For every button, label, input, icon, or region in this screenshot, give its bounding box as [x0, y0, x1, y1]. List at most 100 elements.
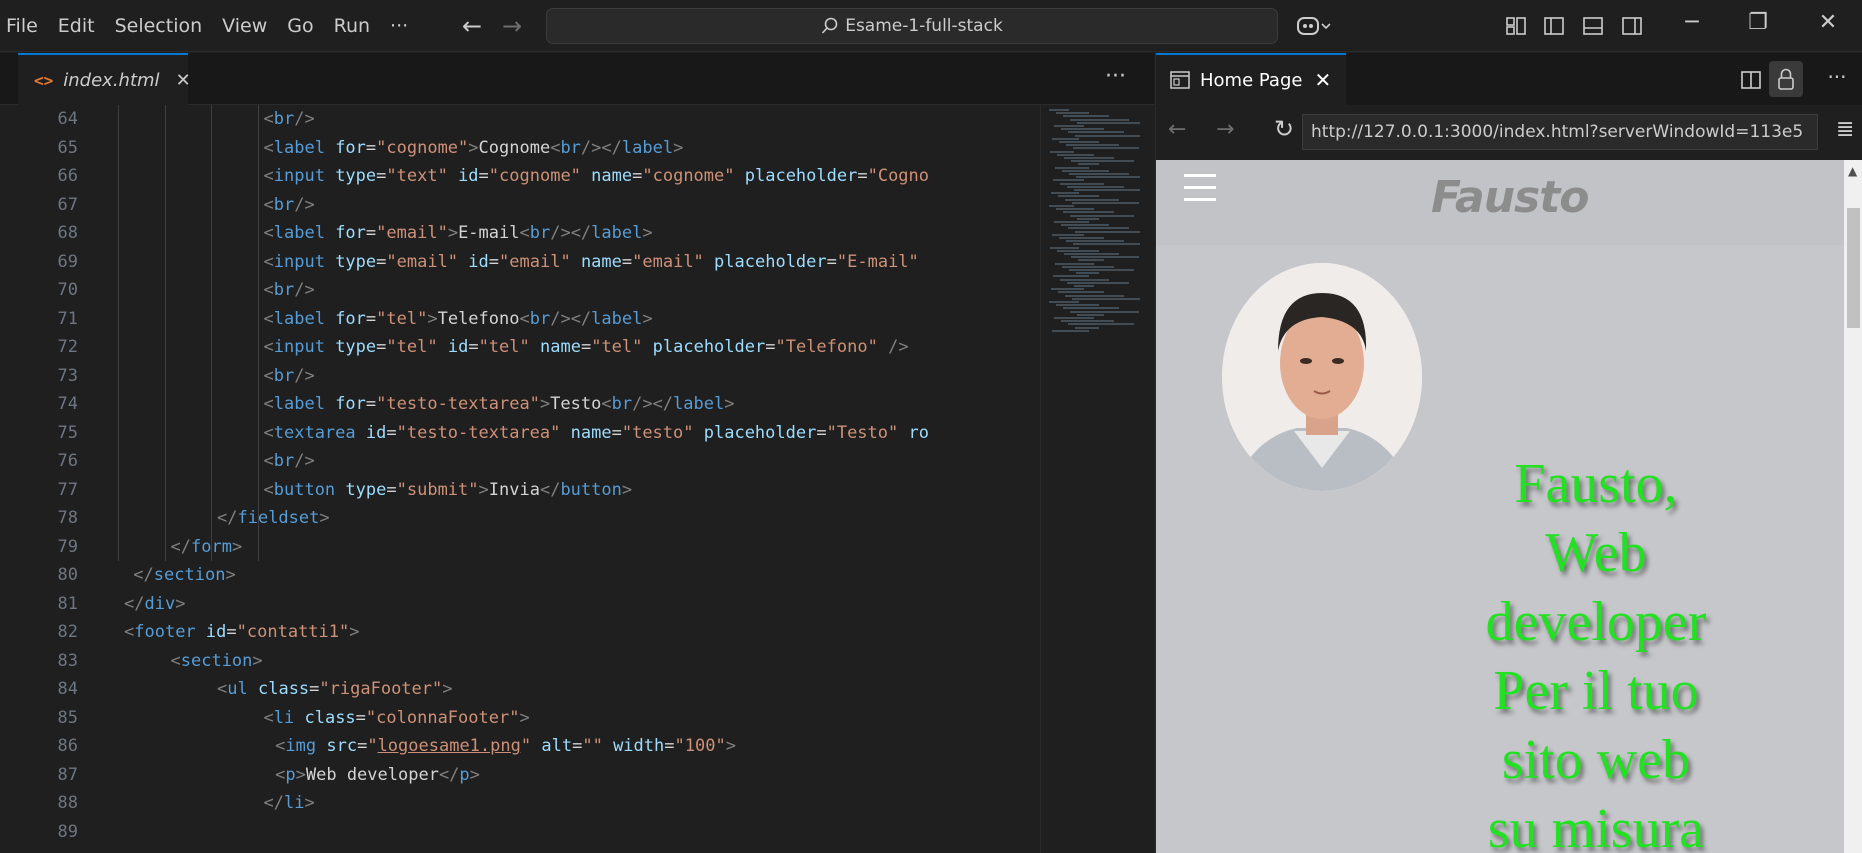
code-line[interactable]: 76 <br/>	[0, 447, 1040, 476]
code-line[interactable]: 67 <br/>	[0, 191, 1040, 220]
hero-line: sito web	[1501, 729, 1691, 791]
tab-home-page[interactable]: Home Page ✕	[1156, 53, 1346, 105]
minimap-line	[1049, 301, 1079, 303]
code-line[interactable]: 65 <label for="cognome">Cognome<br/></lab…	[0, 134, 1040, 163]
title-bar: File Edit Selection View Go Run ··· ← → …	[0, 0, 1862, 52]
code-content: <footer id="contatti1">	[124, 622, 360, 642]
menu-more[interactable]: ···	[380, 0, 418, 52]
line-number: 76	[57, 451, 78, 471]
hero-line: Fausto,	[1514, 453, 1678, 515]
menu-run[interactable]: Run	[324, 0, 380, 52]
browser-tab-bar: Home Page ✕ ···	[1156, 53, 1862, 105]
minimap-line	[1072, 201, 1139, 204]
code-content: <label for="testo-textarea">Testo<br/></…	[263, 394, 735, 414]
code-line[interactable]: 89	[0, 818, 1040, 847]
minimize-icon[interactable]: ─	[1672, 10, 1712, 35]
code-line[interactable]: 73 <br/>	[0, 362, 1040, 391]
line-number: 86	[57, 736, 78, 756]
code-line[interactable]: 64 <br/>	[0, 105, 1040, 134]
code-content: <br/>	[263, 280, 315, 300]
menu-edit[interactable]: Edit	[48, 0, 105, 52]
code-line[interactable]: 74 <label for="testo-textarea">Testo<br/>…	[0, 390, 1040, 419]
code-content: <input type="text" id="cognome" name="co…	[263, 166, 930, 186]
hamburger-menu-icon[interactable]	[1184, 174, 1216, 204]
split-editor-icon[interactable]	[1738, 67, 1764, 93]
forward-arrow-icon[interactable]: →	[502, 12, 522, 40]
code-lines[interactable]: 64 <br/> 65 <label for="cognome">Cognome<br…	[0, 105, 1040, 853]
search-icon	[822, 17, 838, 34]
reload-icon[interactable]: ↻	[1274, 115, 1294, 143]
line-number: 65	[57, 137, 78, 158]
code-line[interactable]: 66 <input type="text" id="cognome" name="…	[0, 162, 1040, 191]
hero-line: su misura	[1487, 798, 1705, 853]
code-line[interactable]: 68 <label for="email">E-mail<br/></label>	[0, 219, 1040, 248]
scroll-up-icon[interactable]: ▲	[1848, 164, 1857, 178]
minimap-line	[1056, 304, 1099, 307]
browser-more-actions-icon[interactable]: ···	[1824, 65, 1850, 91]
code-content: </li>	[263, 793, 315, 813]
site-logo[interactable]: Fausto	[1431, 172, 1589, 223]
code-line[interactable]: 77 <button type="submit">Invia</button>	[0, 476, 1040, 505]
minimap-line	[1075, 230, 1149, 233]
code-line[interactable]: 78 </fieldset>	[0, 504, 1040, 533]
customize-layout-icon[interactable]	[1504, 14, 1528, 38]
minimap-line	[1054, 125, 1084, 127]
lock-group-button[interactable]	[1769, 61, 1803, 97]
code-line[interactable]: 86 <img src="logoesame1.png" alt="" width…	[0, 732, 1040, 761]
browser-menu-icon[interactable]: ≣	[1836, 117, 1854, 142]
code-line[interactable]: 84 <ul class="rigaFooter">	[0, 675, 1040, 704]
viewport-scrollbar[interactable]: ▲	[1844, 160, 1862, 853]
tab-close-icon[interactable]: ✕	[176, 70, 191, 91]
minimap-line	[1077, 217, 1099, 220]
code-line[interactable]: 87 <p>Web developer</p>	[0, 761, 1040, 790]
code-content: </div>	[124, 593, 186, 614]
code-content: <br/>	[263, 194, 315, 215]
menu-selection[interactable]: Selection	[105, 0, 213, 52]
editor-scrollbar[interactable]	[1140, 105, 1154, 853]
minimap-line	[1052, 137, 1079, 140]
command-center-search[interactable]: Esame-1-full-stack	[546, 8, 1278, 44]
code-line[interactable]: 82 <footer id="contatti1">	[0, 618, 1040, 647]
minimap-line	[1049, 205, 1074, 207]
editor-more-actions-icon[interactable]: ···	[1105, 64, 1126, 89]
minimap-line	[1063, 115, 1109, 118]
tab-index-html[interactable]: <> index.html ✕	[18, 53, 191, 105]
tab-filename: index.html	[63, 69, 160, 91]
minimap[interactable]	[1040, 105, 1149, 853]
simple-browser-panel: Home Page ✕ ··· ← → ↻ http://127.0.0.1:3…	[1155, 53, 1862, 853]
code-line[interactable]: 83 <section>	[0, 647, 1040, 676]
toggle-secondary-sidebar-icon[interactable]	[1620, 14, 1644, 38]
code-line[interactable]: 88 </li>	[0, 789, 1040, 818]
code-line[interactable]: 80 </section>	[0, 561, 1040, 590]
toggle-panel-icon[interactable]	[1581, 14, 1605, 38]
menu-file[interactable]: File	[0, 0, 48, 52]
browser-forward-icon[interactable]: →	[1216, 117, 1234, 142]
code-line[interactable]: 85 <li class="colonnaFooter">	[0, 704, 1040, 733]
code-line[interactable]: 75 <textarea id="testo-textarea" name="te…	[0, 419, 1040, 448]
browser-tab-close-icon[interactable]: ✕	[1314, 68, 1331, 92]
code-line[interactable]: 69 <input type="email" id="email" name="e…	[0, 248, 1040, 277]
code-line[interactable]: 72 <input type="tel" id="tel" name="tel" …	[0, 333, 1040, 362]
restore-icon[interactable]: ❐	[1738, 10, 1778, 35]
line-number: 79	[57, 536, 78, 557]
scrollbar-thumb[interactable]	[1847, 208, 1860, 328]
code-line[interactable]: 71 <label for="tel">Telefono<br/></label>	[0, 305, 1040, 334]
minimap-line	[1067, 281, 1129, 284]
web-page-viewport[interactable]: Fausto Fausto, Web developer Per il tuo …	[1156, 160, 1844, 853]
back-arrow-icon[interactable]: ←	[462, 12, 482, 40]
menu-view[interactable]: View	[212, 0, 277, 52]
copilot-icon[interactable]	[1296, 14, 1332, 38]
code-line[interactable]: 79 </form>	[0, 533, 1040, 562]
code-line[interactable]: 81 </div>	[0, 590, 1040, 619]
menu-go[interactable]: Go	[277, 0, 323, 52]
code-content: <p>Web developer</p>	[275, 764, 480, 785]
code-line[interactable]: 70 <br/>	[0, 276, 1040, 305]
hero-line: developer	[1485, 591, 1707, 653]
minimap-line	[1062, 169, 1109, 172]
url-input[interactable]: http://127.0.0.1:3000/index.html?serverW…	[1302, 114, 1818, 150]
code-editor[interactable]: 64 <br/> 65 <label for="cognome">Cognome<br…	[0, 105, 1154, 853]
toggle-primary-sidebar-icon[interactable]	[1542, 14, 1566, 38]
browser-back-icon[interactable]: ←	[1168, 117, 1186, 142]
close-window-icon[interactable]: ✕	[1808, 10, 1848, 35]
minimap-line	[1064, 253, 1119, 255]
